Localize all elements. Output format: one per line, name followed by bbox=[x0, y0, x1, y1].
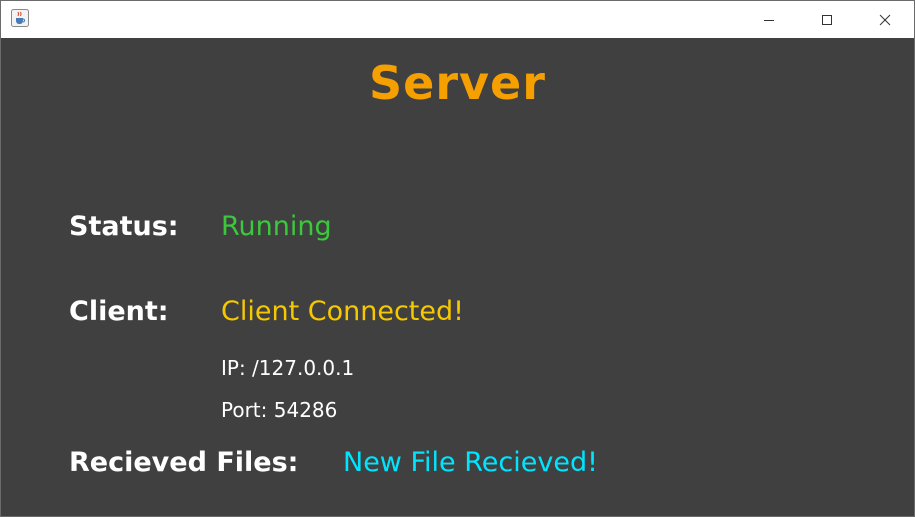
minimize-icon bbox=[764, 19, 774, 21]
title-bar[interactable] bbox=[1, 1, 914, 38]
client-label: Client: bbox=[69, 296, 169, 327]
close-icon bbox=[879, 14, 891, 25]
client-status-value: Client Connected! bbox=[221, 296, 464, 327]
server-window: Server Status: Running Client: Client Co… bbox=[0, 0, 915, 517]
close-button[interactable] bbox=[856, 1, 914, 38]
minimize-button[interactable] bbox=[740, 1, 798, 38]
server-panel: Server Status: Running Client: Client Co… bbox=[1, 38, 914, 516]
client-ip: IP: /127.0.0.1 bbox=[221, 356, 355, 380]
status-label: Status: bbox=[69, 211, 179, 242]
page-title: Server bbox=[369, 56, 546, 110]
received-files-label: Recieved Files: bbox=[69, 447, 299, 478]
received-files-value: New File Recieved! bbox=[343, 447, 598, 478]
status-value: Running bbox=[221, 211, 332, 242]
maximize-button[interactable] bbox=[798, 1, 856, 38]
java-cup-icon bbox=[11, 9, 29, 27]
client-port: Port: 54286 bbox=[221, 398, 338, 422]
maximize-icon bbox=[822, 14, 832, 25]
